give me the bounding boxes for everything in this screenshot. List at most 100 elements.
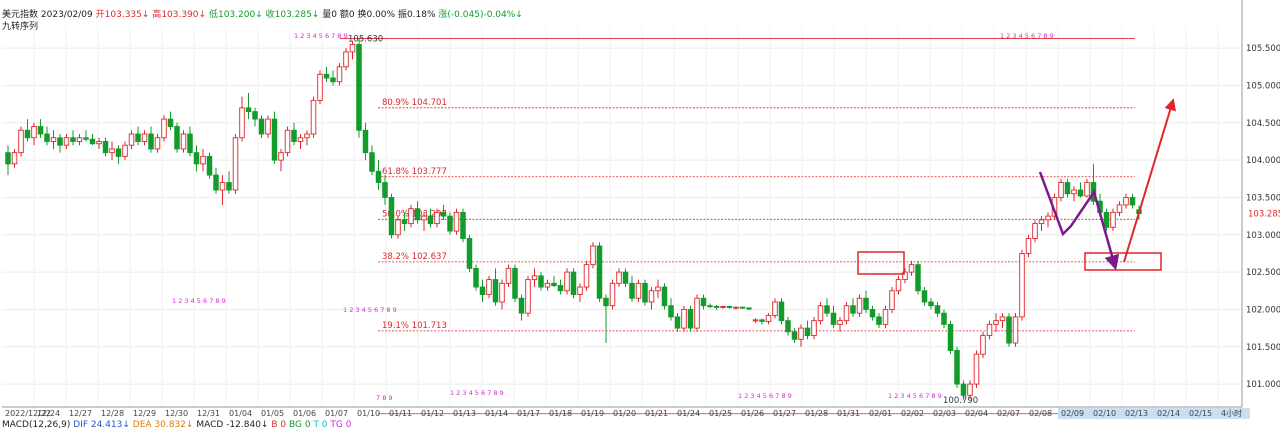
candle-body[interactable]: [837, 320, 843, 325]
candle-body[interactable]: [70, 137, 76, 142]
candle-body[interactable]: [395, 219, 401, 236]
candle-body[interactable]: [206, 155, 213, 176]
candle-body[interactable]: [115, 148, 122, 157]
candle-body[interactable]: [941, 312, 947, 325]
candle-body[interactable]: [31, 126, 37, 139]
candle-body[interactable]: [1084, 182, 1090, 197]
candle-body[interactable]: [200, 155, 206, 165]
candle-body[interactable]: [889, 290, 895, 310]
candle-body[interactable]: [830, 312, 837, 325]
candle-body[interactable]: [505, 267, 512, 284]
candle-body[interactable]: [1019, 253, 1025, 318]
candle-body[interactable]: [271, 118, 278, 161]
candle-body[interactable]: [960, 383, 967, 396]
candle-body[interactable]: [414, 208, 421, 221]
candle-body[interactable]: [668, 305, 674, 318]
candle-body[interactable]: [947, 323, 954, 351]
candle-body[interactable]: [700, 297, 707, 307]
candle-body[interactable]: [1071, 189, 1077, 195]
candle-body[interactable]: [733, 306, 739, 309]
candle-body[interactable]: [635, 282, 642, 299]
candle-body[interactable]: [297, 137, 304, 142]
candle-body[interactable]: [856, 297, 863, 314]
candle-body[interactable]: [252, 111, 258, 120]
candle-body[interactable]: [96, 141, 102, 145]
candle-body[interactable]: [804, 327, 811, 337]
candle-body[interactable]: [44, 133, 50, 142]
candle-body[interactable]: [570, 271, 577, 295]
candle-body[interactable]: [421, 215, 427, 221]
candle-body[interactable]: [999, 316, 1006, 322]
candle-body[interactable]: [538, 275, 544, 288]
candle-body[interactable]: [323, 73, 330, 79]
candle-body[interactable]: [811, 320, 817, 337]
candle-body[interactable]: [375, 170, 382, 183]
candle-body[interactable]: [934, 305, 941, 314]
candle-body[interactable]: [590, 245, 596, 266]
candle-body[interactable]: [349, 43, 356, 53]
candle-body[interactable]: [882, 308, 889, 325]
candle-body[interactable]: [304, 133, 310, 139]
candle-body[interactable]: [967, 383, 973, 396]
candle-body[interactable]: [492, 279, 499, 303]
candle-body[interactable]: [37, 126, 44, 135]
candle-body[interactable]: [915, 264, 921, 292]
candle-body[interactable]: [427, 215, 434, 225]
candle-body[interactable]: [193, 152, 200, 165]
candle-body[interactable]: [544, 282, 551, 288]
candle-body[interactable]: [180, 133, 187, 150]
candle-body[interactable]: [291, 129, 297, 142]
candle-body[interactable]: [499, 282, 505, 303]
candle-body[interactable]: [369, 152, 375, 172]
candle-body[interactable]: [76, 137, 83, 142]
candle-body[interactable]: [726, 306, 733, 308]
candle-body[interactable]: [5, 152, 11, 165]
candle-body[interactable]: [1116, 204, 1123, 213]
candle-body[interactable]: [785, 320, 791, 333]
candle-body[interactable]: [460, 211, 466, 239]
candle-body[interactable]: [603, 297, 609, 307]
candle-body[interactable]: [817, 305, 824, 322]
candle-body[interactable]: [18, 129, 24, 154]
candle-body[interactable]: [824, 305, 830, 314]
candle-body[interactable]: [102, 141, 109, 154]
candle-body[interactable]: [577, 286, 583, 295]
candle-body[interactable]: [141, 133, 148, 142]
candle-body[interactable]: [174, 126, 180, 150]
candle-body[interactable]: [778, 301, 785, 322]
candle-body[interactable]: [447, 215, 453, 232]
candle-body[interactable]: [50, 137, 57, 142]
candle-body[interactable]: [1006, 316, 1012, 344]
candle-body[interactable]: [629, 282, 635, 299]
candle-body[interactable]: [258, 118, 265, 135]
candle-body[interactable]: [954, 350, 960, 385]
candle-body[interactable]: [739, 306, 746, 309]
candle-body[interactable]: [434, 211, 440, 225]
candle-body[interactable]: [486, 279, 492, 295]
candle-body[interactable]: [986, 323, 993, 337]
candle-body[interactable]: [382, 182, 388, 198]
candle-body[interactable]: [1025, 238, 1032, 254]
candle-body[interactable]: [622, 271, 629, 284]
candle-body[interactable]: [466, 238, 473, 269]
candle-body[interactable]: [265, 118, 271, 135]
candle-body[interactable]: [24, 129, 31, 139]
candle-body[interactable]: [1032, 223, 1038, 239]
candle-body[interactable]: [317, 73, 323, 101]
candle-body[interactable]: [921, 290, 928, 303]
candle-body[interactable]: [863, 297, 869, 310]
candle-body[interactable]: [479, 286, 486, 295]
candle-body[interactable]: [843, 305, 850, 322]
candle-body[interactable]: [109, 148, 115, 154]
candle-body[interactable]: [219, 182, 226, 191]
candle-body[interactable]: [1038, 219, 1045, 225]
candle-body[interactable]: [1129, 197, 1136, 206]
candle-body[interactable]: [356, 43, 362, 131]
candle-body[interactable]: [83, 137, 89, 140]
candle-body[interactable]: [1123, 197, 1129, 206]
candle-body[interactable]: [284, 129, 291, 154]
candle-body[interactable]: [850, 305, 856, 314]
candle-body[interactable]: [135, 133, 141, 142]
candle-body[interactable]: [531, 275, 538, 281]
candle-body[interactable]: [1077, 189, 1084, 197]
